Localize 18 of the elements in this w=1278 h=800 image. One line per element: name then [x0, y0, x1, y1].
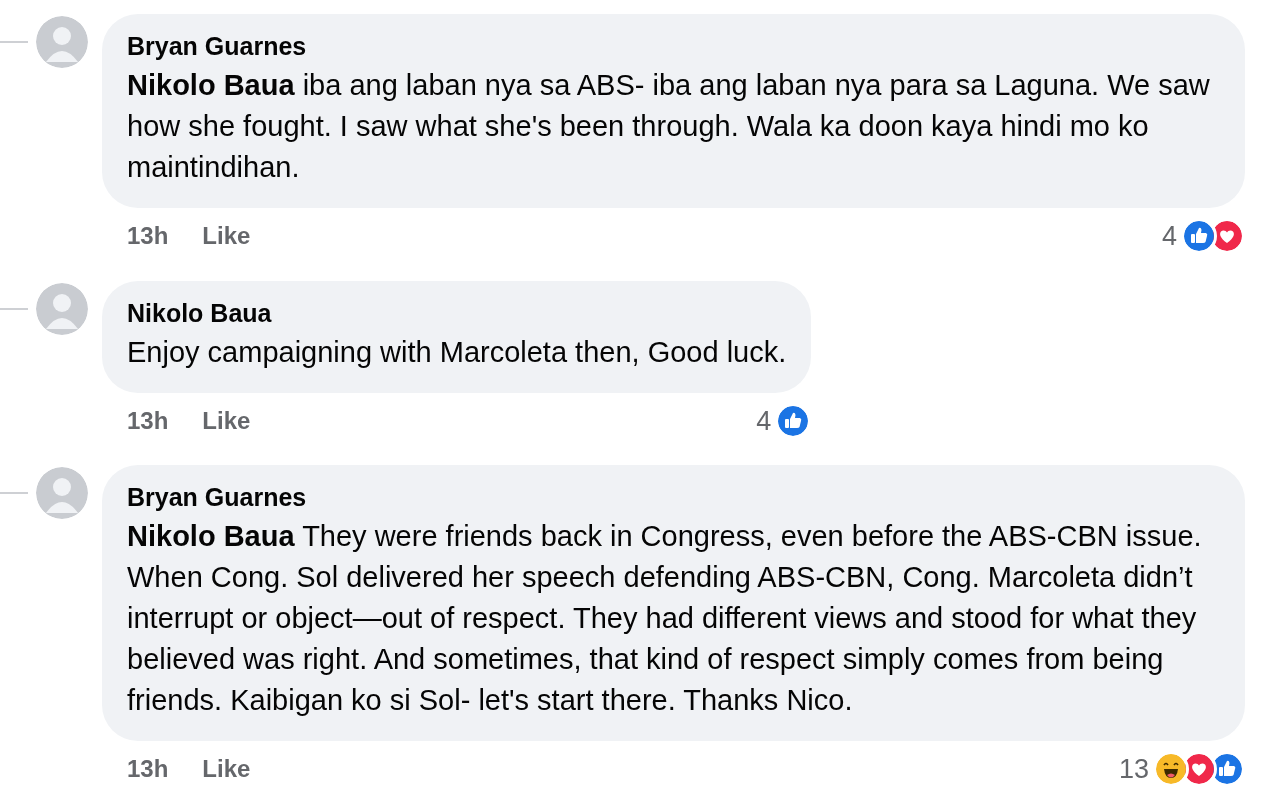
timestamp[interactable]: 13h [127, 218, 169, 255]
reaction-count[interactable]: 13 [1118, 749, 1149, 790]
avatar[interactable] [36, 467, 88, 519]
like-link[interactable]: Like [202, 751, 251, 788]
author-name[interactable]: Bryan Guarnes [127, 481, 1220, 513]
comment-text: Nikolo Baua iba ang laban nya sa ABS- iba ang laban nya para sa Laguna. We saw how she fought. I saw what she's been through. Wala ka doon kaya hindi mo ko maintindihan. [127, 68, 1211, 185]
comment-text: Enjoy campaigning with Marcoleta then, Good luck. [127, 334, 787, 370]
timestamp[interactable]: 13h [127, 402, 169, 439]
timestamp[interactable]: 13h [127, 751, 169, 788]
comment-text: Nikolo Baua They were friends back in Congress, even before the ABS-CBN issue. When Cong. Sol delivered her speech defending ABS-CBN, Cong. Marcoleta didn’t interrupt or object—out of respect. They had different views and stood for what they believed was right. And sometimes, that kind of respect simply comes from being friends. Kaibigan ko si Sol- let's start there. Thanks Nico. [127, 519, 1203, 718]
author-name[interactable]: Bryan Guarnes [127, 30, 1220, 62]
like-link[interactable]: Like [202, 218, 251, 255]
reaction-count[interactable]: 4 [1161, 216, 1177, 257]
like-link[interactable]: Like [202, 402, 251, 439]
author-name[interactable]: Nikolo Baua [127, 296, 787, 329]
reaction-count[interactable]: 4 [756, 400, 772, 441]
avatar[interactable] [36, 16, 88, 68]
avatar[interactable] [36, 282, 88, 335]
